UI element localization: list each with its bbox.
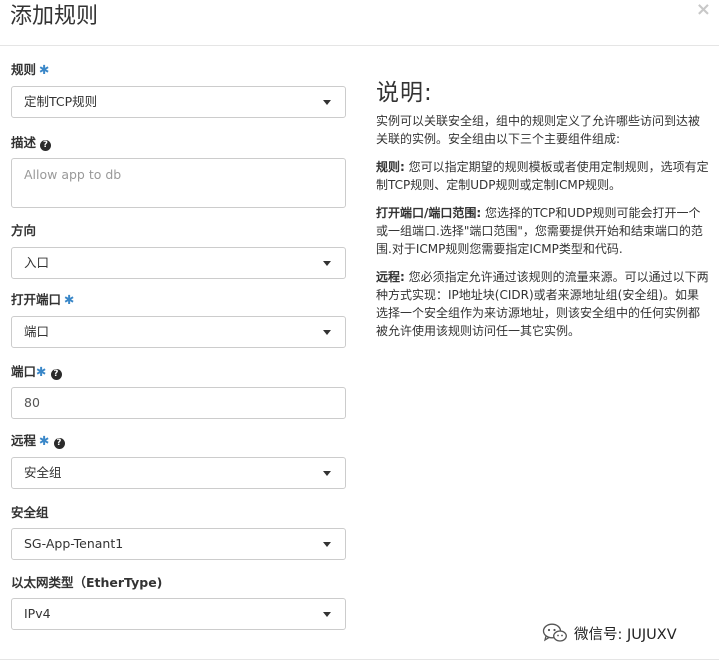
help-remote-term: 远程:	[376, 270, 405, 284]
direction-group: 方向 入口	[11, 222, 347, 279]
caret-down-icon	[323, 330, 331, 335]
remote-group: 远程 ✱? 安全组	[11, 432, 347, 489]
help-rule-text: 您可以指定期望的规则模板或者使用定制规则，选项有定制TCP规则、定制UDP规则或…	[376, 160, 709, 192]
rule-select[interactable]: 定制TCP规则	[11, 86, 346, 118]
dialog-title: 添加规则	[10, 4, 99, 29]
open-port-select-value: 端口	[24, 324, 50, 339]
open-port-group: 打开端口 ✱ 端口	[11, 291, 347, 348]
required-icon: ✱	[39, 433, 50, 448]
close-icon[interactable]: ×	[696, 0, 711, 20]
help-panel-title: 说明:	[376, 80, 433, 106]
caret-down-icon	[323, 542, 331, 547]
required-icon: ✱	[36, 364, 47, 379]
caret-down-icon	[323, 612, 331, 617]
help-panel: 说明: 实例可以关联安全组，组中的规则定义了允许哪些访问到达被关联的实例。安全组…	[376, 78, 709, 340]
help-icon[interactable]: ?	[50, 369, 62, 380]
ether-type-label: 以太网类型（EtherType)	[11, 575, 163, 590]
rule-group: 规则 ✱ 定制TCP规则	[11, 61, 347, 118]
open-port-select[interactable]: 端口	[11, 316, 346, 348]
security-group-group: 安全组 SG-App-Tenant1	[11, 504, 347, 560]
caret-down-icon	[323, 471, 331, 476]
caret-down-icon	[323, 100, 331, 105]
security-group-select-value: SG-App-Tenant1	[24, 536, 124, 551]
footer-divider	[0, 659, 719, 660]
required-icon: ✱	[39, 62, 50, 77]
direction-select-value: 入口	[24, 255, 50, 270]
wechat-icon	[542, 623, 567, 642]
direction-label: 方向	[11, 223, 37, 238]
rule-label: 规则 ✱	[11, 62, 50, 77]
help-icon[interactable]: ?	[40, 140, 52, 151]
description-placeholder: Allow app to db	[24, 167, 122, 182]
help-rule-term: 规则:	[376, 160, 405, 174]
description-label: 描述?	[11, 134, 347, 152]
direction-select[interactable]: 入口	[11, 247, 346, 279]
help-remote-paragraph: 远程: 您必须指定允许通过该规则的流量来源。可以通过以下两种方式实现：IP地址块…	[376, 268, 709, 340]
help-rule-paragraph: 规则: 您可以指定期望的规则模板或者使用定制规则，选项有定制TCP规则、定制UD…	[376, 158, 709, 194]
help-remote-text: 您必须指定允许通过该规则的流量来源。可以通过以下两种方式实现：IP地址块(CID…	[376, 270, 709, 338]
port-group: 端口✱? 80	[11, 363, 347, 419]
port-input[interactable]: 80	[11, 387, 346, 419]
help-port-term: 打开端口/端口范围:	[376, 206, 482, 220]
security-group-label: 安全组	[11, 505, 49, 520]
help-port-paragraph: 打开端口/端口范围: 您选择的TCP和UDP规则可能会打开一个或一组端口.选择"…	[376, 204, 709, 258]
required-icon: ✱	[64, 292, 75, 307]
ether-type-select-value: IPv4	[24, 606, 51, 621]
description-group: 描述? Allow app to db	[11, 134, 347, 208]
dialog-header: 添加规则 ×	[0, 0, 719, 46]
security-group-select[interactable]: SG-App-Tenant1	[11, 528, 346, 560]
help-icon[interactable]: ?	[53, 438, 65, 449]
add-rule-dialog: 添加规则 × 规则 ✱ 定制TCP规则 描述? Allow app to db 方…	[0, 0, 719, 664]
ether-type-select[interactable]: IPv4	[11, 598, 346, 630]
port-label: 端口✱?	[11, 363, 347, 381]
rule-select-value: 定制TCP规则	[24, 94, 98, 109]
watermark: 微信号: JUJUXV	[542, 622, 677, 644]
description-textarea[interactable]: Allow app to db	[11, 158, 346, 208]
remote-select-value: 安全组	[24, 465, 62, 480]
remote-label: 远程 ✱?	[11, 432, 347, 450]
remote-select[interactable]: 安全组	[11, 457, 346, 489]
watermark-text: 微信号: JUJUXV	[574, 626, 677, 643]
ether-type-group: 以太网类型（EtherType) IPv4	[11, 574, 347, 630]
open-port-label: 打开端口 ✱	[11, 292, 75, 307]
help-intro: 实例可以关联安全组，组中的规则定义了允许哪些访问到达被关联的实例。安全组由以下三…	[376, 114, 701, 146]
caret-down-icon	[323, 261, 331, 266]
